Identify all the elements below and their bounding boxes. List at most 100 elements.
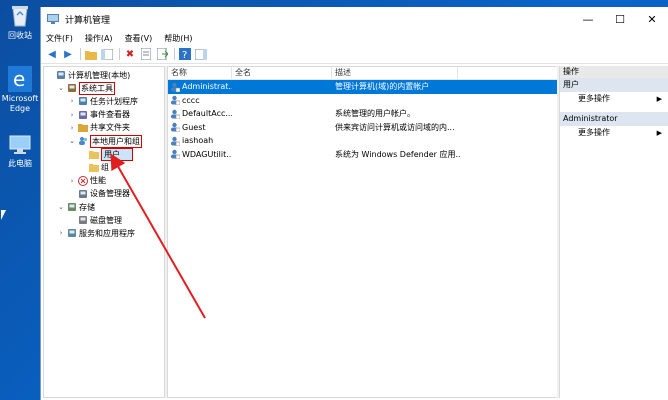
services-icon: [67, 228, 77, 238]
user-name: Guest: [182, 122, 206, 132]
tree-item-label: 磁盘管理: [90, 215, 122, 225]
cell-name: iashoah: [168, 136, 232, 146]
maximize-button[interactable]: ☐: [604, 7, 636, 31]
table-row[interactable]: DefaultAcc... 系统管理的用户帐户。: [168, 107, 558, 121]
close-button[interactable]: ✕: [636, 7, 668, 31]
folder-icon: [89, 149, 99, 159]
desktop-icon-label: 回收站: [8, 31, 32, 40]
tree-expander-icon[interactable]: ⌄: [68, 137, 76, 145]
actions-pane: 操作 用户 更多操作 ▶ Administrator 更多操作 ▶: [559, 66, 668, 398]
table-row[interactable]: cccc: [168, 94, 558, 108]
more-actions-label: 更多操作: [578, 94, 610, 103]
tree-item[interactable]: ⌄ 存储: [57, 201, 95, 213]
svg-text:e: e: [13, 67, 25, 91]
edge-icon: e: [8, 66, 32, 92]
tree-item[interactable]: › 任务计划程序: [68, 95, 138, 107]
more-actions-administrator[interactable]: 更多操作 ▶: [560, 126, 668, 140]
table-row[interactable]: Administrat... 管理计算机(域)的内置帐户: [168, 80, 558, 94]
column-header-name[interactable]: 名称: [168, 67, 232, 79]
actions-header: 操作: [560, 66, 668, 78]
show-hide-tree-icon[interactable]: [100, 47, 114, 61]
cell-name: WDAGUtilit...: [168, 149, 232, 160]
tree-item-label: 用户: [101, 147, 133, 161]
disk-icon: [78, 215, 88, 225]
table-row[interactable]: iashoah: [168, 134, 558, 148]
tree-item-label: 组: [101, 162, 109, 172]
help-icon[interactable]: ?: [178, 47, 192, 61]
user-name: cccc: [182, 95, 200, 105]
user-account-icon: [170, 109, 181, 119]
navigation-tree[interactable]: 计算机管理(本地) ⌄ 系统工具 › 任务计划程序 › 事件查看器 › 共享文件夹 ⌄ 本地用户和组…: [43, 66, 165, 398]
user-list[interactable]: 名称 全名 描述 Administrat... 管理计算机(域)的内置帐户 cccc…: [167, 66, 559, 398]
tree-item[interactable]: 用户: [79, 147, 133, 161]
storage-icon: [67, 202, 77, 212]
list-body: Administrat... 管理计算机(域)的内置帐户 cccc DefaultAc…: [168, 80, 558, 161]
desktop-icon-edge[interactable]: e Microsoft Edge: [0, 66, 40, 114]
user-account-icon: [170, 82, 181, 92]
cell-description: 系统为 Windows Defender 应用...: [335, 149, 461, 159]
cell-description: 管理计算机(域)的内置帐户: [335, 82, 430, 92]
more-actions-users[interactable]: 更多操作 ▶: [560, 92, 668, 106]
forward-button[interactable]: ▶: [61, 47, 75, 61]
tree-item-label: 共享文件夹: [90, 123, 130, 133]
submenu-arrow-icon: ▶: [656, 95, 662, 103]
tree-item[interactable]: ⌄ 本地用户和组: [68, 134, 142, 148]
tree-item[interactable]: › 事件查看器: [68, 109, 130, 121]
clock-icon: [78, 96, 88, 106]
show-hide-action-pane-icon[interactable]: [194, 47, 208, 61]
column-header-fullname[interactable]: 全名: [232, 67, 332, 79]
tree-item[interactable]: ⌄ 系统工具: [57, 81, 115, 95]
tree-item[interactable]: 组: [79, 161, 109, 173]
desktop-icon-this-pc[interactable]: 此电脑: [0, 134, 40, 169]
actions-section-users[interactable]: 用户: [560, 78, 668, 92]
tree-item-label: 计算机管理(本地): [68, 70, 131, 80]
toolbar: ◀ ▶ ✖ ?: [41, 45, 668, 64]
tree-item[interactable]: 设备管理器: [68, 188, 130, 200]
actions-section-administrator[interactable]: Administrator: [560, 112, 668, 126]
tree-expander-icon[interactable]: ⌄: [57, 203, 65, 211]
tree-expander-icon[interactable]: ›: [68, 97, 76, 105]
tree-item[interactable]: 磁盘管理: [68, 214, 122, 226]
delete-icon[interactable]: ✖: [123, 47, 137, 61]
users-icon: [78, 136, 88, 146]
tree-expander-icon[interactable]: ›: [68, 111, 76, 119]
computer-icon: [9, 135, 31, 154]
desktop-icon-recycle-bin[interactable]: 回收站: [0, 4, 40, 41]
menu-file[interactable]: 文件(F): [46, 33, 73, 44]
tree-item[interactable]: › 性能: [68, 175, 106, 187]
menu-view[interactable]: 查看(V): [125, 33, 153, 44]
tree-expander-icon[interactable]: ›: [68, 124, 76, 132]
user-account-icon: [170, 149, 181, 160]
toolbar-divider: [80, 48, 81, 60]
up-folder-icon[interactable]: [84, 47, 98, 61]
recycle-bin-icon: [12, 6, 28, 27]
tree-item-label: 存储: [79, 202, 95, 212]
tree-item[interactable]: › 服务和应用程序: [57, 227, 135, 239]
tree-item-label: 服务和应用程序: [79, 228, 135, 238]
cell-description: 系统管理的用户帐户。: [335, 109, 415, 119]
properties-icon[interactable]: [139, 47, 153, 61]
tree-expander-icon[interactable]: ›: [57, 229, 65, 237]
table-row[interactable]: WDAGUtilit... 系统为 Windows Defender 应用...: [168, 148, 558, 162]
tree-item-label: 任务计划程序: [90, 96, 138, 106]
tree-item[interactable]: › 共享文件夹: [68, 122, 130, 134]
menu-action[interactable]: 操作(A): [85, 33, 113, 44]
computer-management-window: 计算机管理 — ☐ ✕ 文件(F) 操作(A) 查看(V) 帮助(H) ◀ ▶ …: [40, 7, 668, 400]
export-list-icon[interactable]: [155, 47, 169, 61]
back-button[interactable]: ◀: [45, 47, 59, 61]
performance-icon: [78, 175, 88, 186]
column-header-description[interactable]: 描述: [332, 67, 458, 79]
share-folder-icon: [78, 123, 88, 133]
table-row[interactable]: Guest 供来宾访问计算机或访问域的内...: [168, 121, 558, 135]
list-header: 名称 全名 描述: [168, 67, 558, 80]
tree-expander-icon[interactable]: ›: [68, 177, 76, 185]
content-panes: 计算机管理(本地) ⌄ 系统工具 › 任务计划程序 › 事件查看器 › 共享文件夹 ⌄ 本地用户和组…: [41, 64, 668, 400]
tree-item-label: 性能: [90, 176, 106, 186]
title-bar[interactable]: 计算机管理 — ☐ ✕: [41, 7, 668, 31]
event-icon: [78, 110, 88, 120]
minimize-button[interactable]: —: [572, 7, 604, 31]
menu-bar: 文件(F) 操作(A) 查看(V) 帮助(H): [41, 31, 668, 45]
menu-help[interactable]: 帮助(H): [164, 33, 192, 44]
tree-item[interactable]: 计算机管理(本地): [46, 69, 130, 81]
tree-expander-icon[interactable]: ⌄: [57, 84, 65, 92]
